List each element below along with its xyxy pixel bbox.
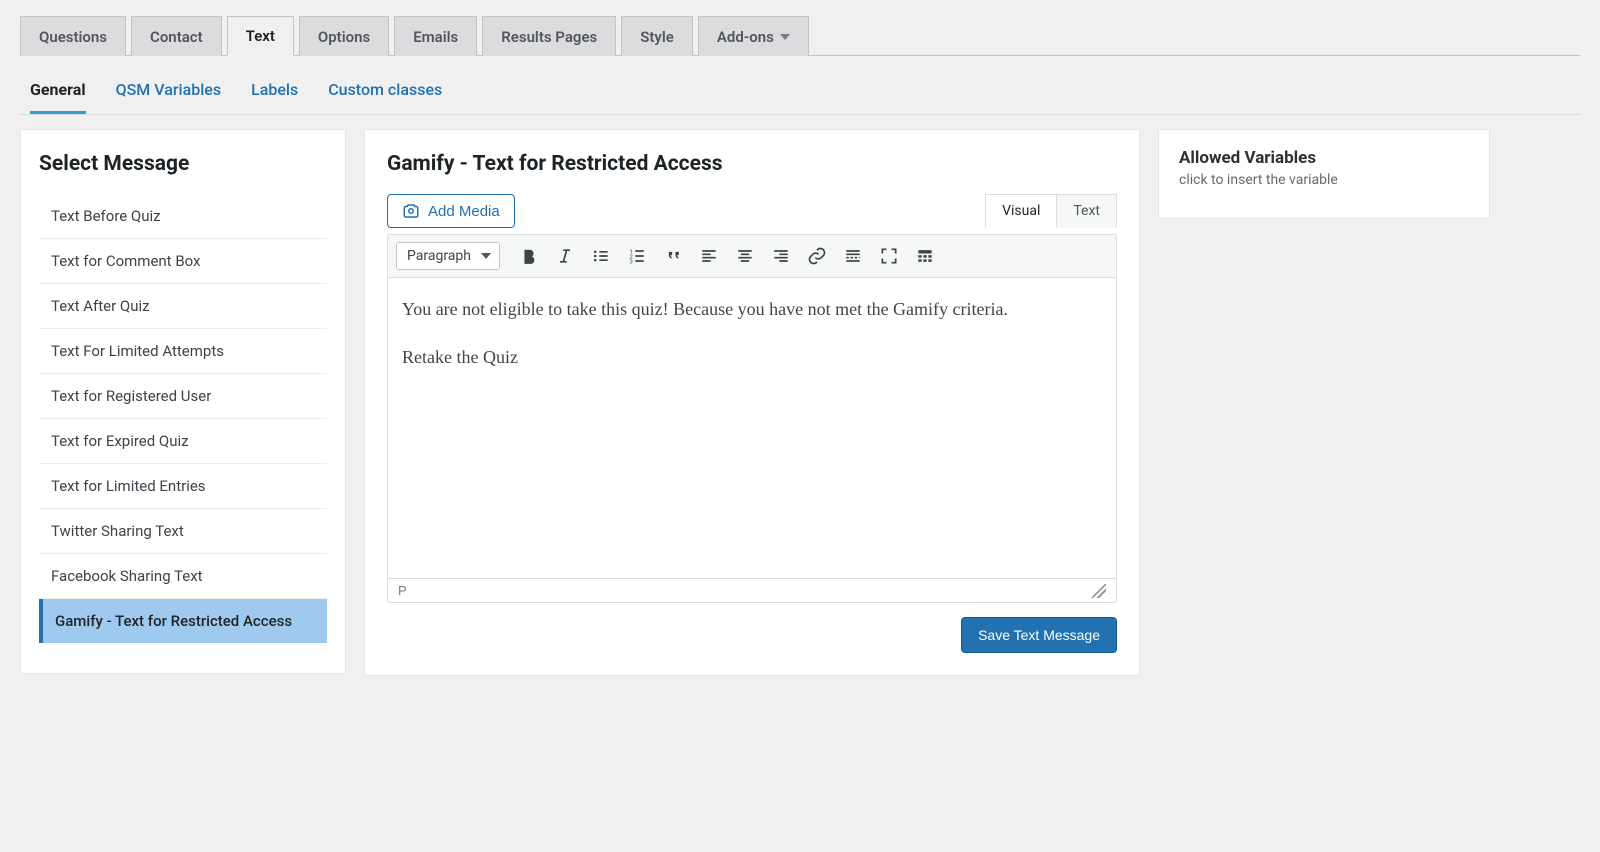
msg-item-text-after-quiz[interactable]: Text After Quiz (39, 284, 327, 329)
tab-options[interactable]: Options (299, 16, 389, 56)
msg-item-facebook-sharing[interactable]: Facebook Sharing Text (39, 554, 327, 599)
msg-item-label: Text For Limited Attempts (51, 342, 224, 360)
editor-statusbar: P (388, 578, 1116, 602)
subtab-label: General (30, 80, 86, 99)
editor-content[interactable]: You are not eligible to take this quiz! … (388, 278, 1116, 578)
editor-mode-tabs: Visual Text (986, 194, 1117, 228)
svg-text:3: 3 (629, 260, 632, 266)
bold-icon[interactable] (514, 241, 544, 271)
tab-label: Text (246, 27, 275, 45)
msg-item-limited-entries[interactable]: Text for Limited Entries (39, 464, 327, 509)
tab-text[interactable]: Text (227, 16, 294, 56)
msg-item-label: Facebook Sharing Text (51, 567, 203, 585)
msg-item-label: Gamify - Text for Restricted Access (55, 612, 292, 630)
wysiwyg-editor: Paragraph 123 (387, 234, 1117, 603)
tab-questions[interactable]: Questions (20, 16, 126, 56)
quote-icon[interactable] (658, 241, 688, 271)
tab-emails[interactable]: Emails (394, 16, 477, 56)
editor-paragraph: You are not eligible to take this quiz! … (402, 296, 1102, 324)
msg-item-text-before-quiz[interactable]: Text Before Quiz (39, 194, 327, 239)
editor-panel: Gamify - Text for Restricted Access Add … (364, 129, 1140, 676)
bullet-list-icon[interactable] (586, 241, 616, 271)
msg-item-expired-quiz[interactable]: Text for Expired Quiz (39, 419, 327, 464)
msg-item-label: Text Before Quiz (51, 207, 161, 225)
editor-tab-visual[interactable]: Visual (985, 194, 1057, 228)
tab-label: Questions (39, 28, 107, 46)
wysiwyg-toolbar: Paragraph 123 (388, 235, 1116, 278)
msg-item-label: Text for Limited Entries (51, 477, 206, 495)
format-select[interactable]: Paragraph (396, 242, 500, 270)
msg-item-registered-user[interactable]: Text for Registered User (39, 374, 327, 419)
msg-item-label: Text for Registered User (51, 387, 211, 405)
editor-path: P (398, 583, 407, 598)
subtab-label: Custom classes (328, 80, 442, 99)
msg-item-gamify-restricted[interactable]: Gamify - Text for Restricted Access (39, 599, 327, 643)
subtab-qsm-variables[interactable]: QSM Variables (116, 70, 222, 114)
msg-item-comment-box[interactable]: Text for Comment Box (39, 239, 327, 284)
msg-item-label: Twitter Sharing Text (51, 522, 184, 540)
editor-tab-label: Text (1073, 203, 1100, 219)
add-media-label: Add Media (428, 203, 500, 220)
subtab-general[interactable]: General (30, 70, 86, 114)
media-icon (402, 202, 420, 220)
allowed-variables-subtitle: click to insert the variable (1179, 172, 1469, 188)
msg-item-twitter-sharing[interactable]: Twitter Sharing Text (39, 509, 327, 554)
align-left-icon[interactable] (694, 241, 724, 271)
numbered-list-icon[interactable]: 123 (622, 241, 652, 271)
resize-handle-icon[interactable] (1092, 584, 1106, 598)
tab-contact[interactable]: Contact (131, 16, 222, 56)
msg-item-label: Text for Expired Quiz (51, 432, 189, 450)
italic-icon[interactable] (550, 241, 580, 271)
select-message-title: Select Message (39, 152, 327, 176)
align-center-icon[interactable] (730, 241, 760, 271)
sub-tabs: General QSM Variables Labels Custom clas… (20, 70, 1580, 115)
format-select-label: Paragraph (407, 248, 471, 264)
editor-tab-label: Visual (1002, 203, 1040, 219)
msg-item-label: Text for Comment Box (51, 252, 201, 270)
toolbar-toggle-icon[interactable] (910, 241, 940, 271)
tab-label: Results Pages (501, 28, 597, 46)
tab-label: Contact (150, 28, 203, 46)
tab-style[interactable]: Style (621, 16, 693, 56)
subtab-label: Labels (251, 80, 298, 99)
tab-addons[interactable]: Add-ons (698, 16, 809, 56)
tab-results-pages[interactable]: Results Pages (482, 16, 616, 56)
add-media-button[interactable]: Add Media (387, 194, 515, 228)
fullscreen-icon[interactable] (874, 241, 904, 271)
subtab-labels[interactable]: Labels (251, 70, 298, 114)
editor-title: Gamify - Text for Restricted Access (387, 152, 1117, 176)
subtab-custom-classes[interactable]: Custom classes (328, 70, 442, 114)
msg-item-label: Text After Quiz (51, 297, 150, 315)
msg-item-limited-attempts[interactable]: Text For Limited Attempts (39, 329, 327, 374)
read-more-icon[interactable] (838, 241, 868, 271)
save-text-message-button[interactable]: Save Text Message (961, 617, 1117, 653)
select-message-panel: Select Message Text Before Quiz Text for… (20, 129, 346, 674)
tab-label: Style (640, 28, 674, 46)
save-button-label: Save Text Message (978, 627, 1100, 643)
tab-label: Options (318, 28, 370, 46)
link-icon[interactable] (802, 241, 832, 271)
message-list: Text Before Quiz Text for Comment Box Te… (39, 194, 327, 643)
editor-paragraph: Retake the Quiz (402, 344, 1102, 372)
allowed-variables-panel: Allowed Variables click to insert the va… (1158, 129, 1490, 219)
align-right-icon[interactable] (766, 241, 796, 271)
tab-label: Add-ons (717, 28, 774, 46)
allowed-variables-title: Allowed Variables (1179, 148, 1469, 168)
editor-tab-text[interactable]: Text (1056, 194, 1117, 228)
chevron-down-icon (780, 34, 790, 40)
subtab-label: QSM Variables (116, 80, 222, 99)
main-tabs: Questions Contact Text Options Emails Re… (20, 16, 1580, 56)
tab-label: Emails (413, 28, 458, 46)
